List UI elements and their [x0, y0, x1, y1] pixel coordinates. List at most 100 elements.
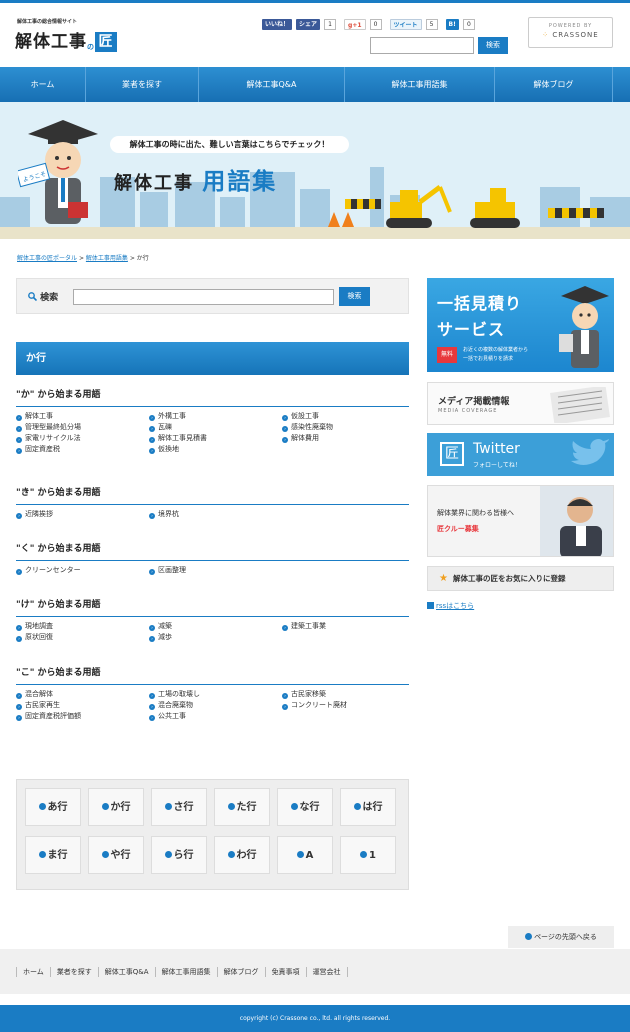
building: [220, 197, 245, 227]
term-link[interactable]: › 减築: [149, 621, 282, 632]
header-search-input[interactable]: [370, 37, 474, 54]
media-coverage-banner[interactable]: メディア掲載情報 MEDIA COVERAGE: [427, 382, 614, 425]
term-link[interactable]: › 原状回復: [16, 632, 149, 643]
term-link[interactable]: › 仮換地: [149, 444, 282, 455]
breadcrumb-portal-link[interactable]: 解体工事の匠ポータル: [17, 255, 77, 262]
rss-link[interactable]: rssはこちら: [427, 601, 474, 611]
breadcrumb: 解体工事の匠ポータル > 解体工事用語集 > か行: [17, 253, 149, 262]
add-favorite-button[interactable]: ★ 解体工事の匠をお気に入りに登録: [427, 566, 614, 591]
term-link[interactable]: › 解体工事見積書: [149, 433, 282, 444]
kana-button-ta[interactable]: た行: [214, 788, 270, 826]
back-to-top-button[interactable]: ページの先頭へ戻る: [508, 926, 614, 948]
site-header: 解体工事の総合情報サイト 解体工事の匠 いいね！ シェア 1 g+1 0 ツイー…: [0, 3, 630, 67]
kana-button-na[interactable]: な行: [277, 788, 333, 826]
term-link[interactable]: › 瓦礫: [149, 422, 282, 433]
term-link[interactable]: › 外構工事: [149, 411, 282, 422]
arrow-circle-icon: [227, 851, 235, 858]
facebook-share-button[interactable]: シェア: [296, 19, 321, 30]
newspaper-icon: [550, 387, 610, 423]
glossary-search-input[interactable]: [73, 289, 334, 305]
footer-link-disclaimer[interactable]: 免責事項: [266, 966, 307, 977]
kana-button-alpha[interactable]: A: [277, 836, 333, 874]
term-link[interactable]: › 家電リサイクル法: [16, 433, 149, 444]
kana-button-num[interactable]: 1: [340, 836, 396, 874]
term-link[interactable]: › 仮設工事: [282, 411, 409, 422]
twitter-banner[interactable]: 匠 Twitter フォローしてね！: [427, 433, 614, 476]
term-link[interactable]: › 解体費用: [282, 433, 409, 444]
logo-no: の: [87, 43, 95, 51]
arrow-circle-icon: ›: [16, 625, 22, 631]
term-link[interactable]: › 管理型最終処分場: [16, 422, 149, 433]
term-link[interactable]: › 混合解体: [16, 689, 149, 700]
logo-mark-icon: 匠: [440, 442, 464, 466]
term-list: › 解体工事 › 外構工事 › 仮設工事 › 管理型最終処分場 › 瓦礫 › 感染性廃棄物 …: [16, 411, 409, 455]
tweet-button[interactable]: ツイート: [389, 19, 422, 30]
term-link[interactable]: › 固定資産税: [16, 444, 149, 455]
term-link[interactable]: › 感染性廃棄物: [282, 422, 409, 433]
term-link[interactable]: › 現地調査: [16, 621, 149, 632]
footer-link-glossary[interactable]: 解体工事用語集: [156, 966, 218, 977]
kana-button-a[interactable]: あ行: [25, 788, 81, 826]
term-link[interactable]: › 建築工事業: [282, 621, 409, 632]
hatena-bookmark-button[interactable]: B!: [445, 19, 459, 30]
term-link[interactable]: › コンクリート廃材: [282, 700, 409, 711]
term-link[interactable]: › 古民家再生: [16, 700, 149, 711]
site-logo[interactable]: 解体工事の匠: [15, 27, 117, 52]
kana-button-ma[interactable]: ま行: [25, 836, 81, 874]
kana-button-wa[interactable]: わ行: [214, 836, 270, 874]
term-link[interactable]: › 減歩: [149, 632, 282, 643]
breadcrumb-current: か行: [136, 255, 149, 262]
arrow-circle-icon: ›: [282, 415, 288, 421]
kana-button-sa[interactable]: さ行: [151, 788, 207, 826]
term-group-ku: "く" から始まる用語 › クリーンセンター › 区画整理: [16, 541, 409, 576]
arrow-circle-icon: ›: [16, 448, 22, 454]
google-plus-button[interactable]: g+1: [344, 19, 366, 30]
term-link[interactable]: › 古民家移築: [282, 689, 409, 700]
glossary-search: 検索 検索: [16, 278, 409, 314]
powered-label: POWERED BY: [548, 23, 593, 29]
term-link[interactable]: › 近隣挨拶: [16, 509, 149, 520]
term-link[interactable]: › 混合廃棄物: [149, 700, 282, 711]
crew-recruit-banner[interactable]: 解体業界に関わる皆様へ 匠クルー募集: [427, 485, 614, 557]
arrow-circle-icon: [296, 851, 304, 858]
banner-title-a: 解体工事: [114, 173, 194, 194]
facebook-like-button[interactable]: いいね！: [262, 19, 293, 30]
kana-button-ka[interactable]: か行: [88, 788, 144, 826]
arrow-circle-icon: ›: [282, 625, 288, 631]
term-link[interactable]: › クリーンセンター: [16, 565, 149, 576]
crew-title: 解体業界に関わる皆様へ: [437, 509, 514, 517]
group-title: "こ" から始まる用語: [16, 665, 409, 685]
glossary-search-button[interactable]: 検索: [339, 287, 370, 306]
arrow-circle-icon: ›: [149, 636, 155, 642]
nav-home[interactable]: ホーム: [0, 67, 86, 102]
term-link[interactable]: › 区画整理: [149, 565, 282, 576]
nav-find-contractor[interactable]: 業者を探す: [86, 67, 199, 102]
term-link[interactable]: › 公共工事: [149, 711, 282, 722]
kana-button-ya[interactable]: や行: [88, 836, 144, 874]
arrow-circle-icon: ›: [282, 704, 288, 710]
nav-glossary[interactable]: 解体工事用語集: [345, 67, 495, 102]
kana-button-ha[interactable]: は行: [340, 788, 396, 826]
estimate-service-banner[interactable]: 一括見積り サービス 無料 お近くの複数の解体業者から 一括でお見積りを請求: [427, 278, 614, 372]
arrow-circle-icon: ›: [16, 704, 22, 710]
footer-link-company[interactable]: 運営会社: [307, 966, 348, 977]
search-icon: [28, 292, 38, 302]
term-link[interactable]: › 解体工事: [16, 411, 149, 422]
powered-by-badge[interactable]: POWERED BY ⁘ CRASSONE: [528, 17, 613, 48]
nav-blog[interactable]: 解体ブログ: [495, 67, 613, 102]
breadcrumb-glossary-link[interactable]: 解体工事用語集: [86, 255, 128, 262]
term-link[interactable]: › 工場の取壊し: [149, 689, 282, 700]
banner-title-b: 用語集: [202, 169, 278, 195]
footer-link-qa[interactable]: 解体工事Q&A: [99, 966, 156, 977]
term-link[interactable]: › 境界杭: [149, 509, 282, 520]
footer-link-find[interactable]: 業者を探す: [51, 966, 99, 977]
header-search-button[interactable]: 検索: [478, 37, 508, 54]
term-link[interactable]: › 固定資産税評価額: [16, 711, 149, 722]
star-icon: ★: [439, 573, 448, 584]
footer-link-home[interactable]: ホーム: [16, 966, 51, 977]
nav-qa[interactable]: 解体工事Q&A: [199, 67, 345, 102]
kana-button-ra[interactable]: ら行: [151, 836, 207, 874]
footer-link-blog[interactable]: 解体ブログ: [218, 966, 266, 977]
crew-recruit-text: 匠クルー募集: [437, 525, 479, 533]
term-list: › 現地調査 › 减築 › 建築工事業 › 原状回復 › 減歩: [16, 621, 409, 643]
